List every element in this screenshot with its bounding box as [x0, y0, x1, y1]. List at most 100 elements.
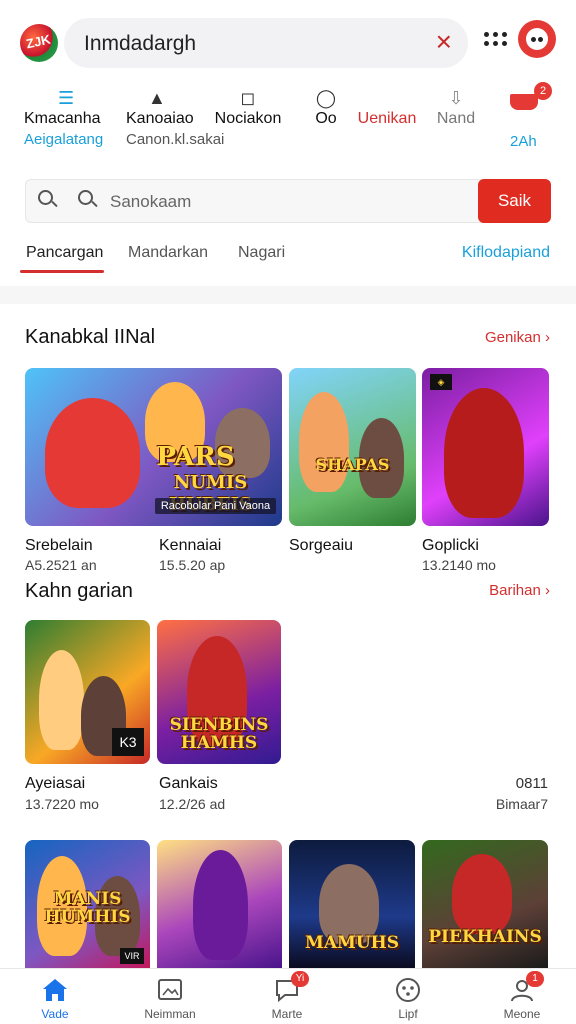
- tab-pancargan[interactable]: Pancargan: [26, 244, 103, 262]
- category-label: Nand: [436, 110, 476, 127]
- category-item-6[interactable]: ⇩ Nand: [432, 86, 480, 128]
- game-meta: 15.5.20 ap: [159, 557, 226, 573]
- search-box[interactable]: Sanokaam: [25, 179, 551, 223]
- nav-label: Lipf: [398, 1007, 418, 1021]
- search-query[interactable]: Inmdadargh: [84, 32, 196, 56]
- text-icon: [354, 86, 420, 110]
- more-dots-icon[interactable]: [484, 28, 508, 52]
- game-name[interactable]: Kennaiai: [159, 537, 221, 555]
- section-title: Kahn garian: [25, 580, 133, 602]
- home-icon: [41, 977, 69, 1003]
- game-name[interactable]: Srebelain: [25, 537, 93, 555]
- nav-label: Neimman: [144, 1007, 196, 1021]
- game-badge: K3: [112, 728, 144, 756]
- tab-link[interactable]: Kiflodapiand: [462, 244, 550, 262]
- circle-icon: ◯: [315, 88, 337, 108]
- category-item-4[interactable]: ◯ Oo: [306, 86, 346, 128]
- category-item-3[interactable]: ◻ Nociakon: [212, 86, 284, 128]
- game-card[interactable]: [157, 840, 282, 968]
- search-icon: [38, 190, 58, 210]
- nav-item-home[interactable]: Vade: [15, 977, 95, 1021]
- game-badge-icon: ◈: [430, 374, 452, 390]
- avatar[interactable]: [518, 20, 556, 58]
- game-art-character: [452, 854, 512, 934]
- category-item-1[interactable]: ☰ Kmacanha Aeigalatang: [24, 86, 124, 148]
- side-value: 0811: [515, 775, 548, 792]
- see-more-link[interactable]: Barihan ›: [489, 582, 550, 599]
- game-art-character: [193, 850, 248, 960]
- game-art-title: SIENBINS HAMHS: [169, 715, 269, 753]
- category-sub: Canon.kl.sakai: [126, 131, 225, 148]
- game-name[interactable]: Sorgeaiu: [289, 537, 353, 555]
- game-art-character: [39, 650, 84, 750]
- category-label: Uenikan: [357, 110, 417, 127]
- user-icon: 1: [508, 971, 544, 1003]
- game-art-character: [444, 388, 524, 518]
- game-name[interactable]: Goplicki: [422, 537, 479, 555]
- game-meta: A5.2521 an: [25, 557, 97, 573]
- tab-nagari[interactable]: Nagari: [238, 244, 285, 262]
- top-bar: ZJK Inmdadargh ×: [0, 0, 576, 82]
- category-label: Oo: [315, 110, 337, 127]
- category-item-5[interactable]: Uenikan: [354, 86, 420, 128]
- compass-icon: [394, 977, 422, 1003]
- category-label: Nociakon: [214, 110, 282, 127]
- cart-badge: 2: [534, 82, 552, 100]
- game-card[interactable]: PARS NUMIS HUBEIS Racobolar Pani Vaona: [25, 368, 282, 526]
- close-icon[interactable]: ×: [436, 28, 452, 56]
- game-card[interactable]: K3: [25, 620, 150, 764]
- game-art-caption: Racobolar Pani Vaona: [155, 498, 276, 514]
- bottom-nav: Vade Neimman Yi Marte Lipf 1 Meone: [0, 968, 576, 1024]
- see-more-label: Genikan: [484, 329, 541, 346]
- section-divider: [0, 286, 576, 304]
- game-name[interactable]: Gankais: [159, 775, 218, 793]
- category-sub: 2Ah: [510, 133, 537, 150]
- category-row: ☰ Kmacanha Aeigalatang ▲ Kanoaiao Canon.…: [0, 82, 576, 156]
- search-input[interactable]: Sanokaam: [110, 192, 191, 212]
- game-art-title: MAMUHS: [305, 933, 399, 953]
- nav-label: Vade: [41, 1007, 69, 1021]
- category-label: Kmacanha: [24, 110, 101, 127]
- menu-icon: ☰: [58, 88, 75, 108]
- game-card[interactable]: SIENBINS HAMHS: [157, 620, 281, 764]
- game-art-title: SHAPAS: [315, 455, 390, 474]
- image-icon: [156, 977, 184, 1003]
- cart-icon: 2: [506, 82, 552, 116]
- nav-item-compass[interactable]: Lipf: [368, 977, 448, 1021]
- see-more-link[interactable]: Genikan ›: [485, 329, 550, 346]
- game-art-title: PIEKHAINS: [428, 927, 542, 947]
- game-badge: VIR: [120, 948, 144, 964]
- app-logo[interactable]: ZJK: [20, 24, 58, 62]
- logo-text: ZJK: [24, 31, 52, 52]
- game-card[interactable]: ◈: [422, 368, 549, 526]
- game-meta: 13.2140 mo: [422, 557, 496, 573]
- nav-badge: 1: [526, 971, 544, 987]
- search-icon: [78, 190, 98, 210]
- tab-mandarkan[interactable]: Mandarkan: [128, 244, 208, 262]
- game-card[interactable]: PIEKHAINS: [422, 840, 548, 968]
- nav-label: Marte: [271, 1007, 303, 1021]
- game-art-title: PARS: [156, 442, 235, 472]
- download-icon: ⇩: [448, 88, 464, 108]
- nav-item-user[interactable]: 1 Meone: [482, 971, 562, 1021]
- category-sub: Aeigalatang: [24, 131, 104, 148]
- square-icon: ◻: [240, 88, 256, 108]
- game-card[interactable]: SHAPAS: [289, 368, 416, 526]
- nav-label: Meone: [503, 1007, 541, 1021]
- nav-item-image[interactable]: Neimman: [130, 977, 210, 1021]
- side-meta: Bimaar7: [495, 796, 548, 812]
- game-meta: 12.2/26 ad: [159, 796, 226, 812]
- nav-badge: Yi: [291, 971, 309, 987]
- search-button[interactable]: Saik: [478, 179, 551, 223]
- game-art-title: MANIS HUMHIS: [44, 889, 131, 927]
- search-pill[interactable]: Inmdadargh ×: [64, 18, 468, 68]
- see-more-label: Barihan: [489, 582, 541, 599]
- game-art-character: [299, 392, 349, 492]
- active-tab-indicator: [20, 270, 104, 273]
- nav-item-chat[interactable]: Yi Marte: [247, 971, 327, 1021]
- game-meta: 13.7220 mo: [25, 796, 99, 812]
- game-name[interactable]: Ayeiasai: [25, 775, 85, 793]
- chat-icon: Yi: [273, 971, 309, 1003]
- game-card[interactable]: MANIS HUMHIS VIR: [25, 840, 150, 968]
- game-card[interactable]: MAMUHS: [289, 840, 415, 968]
